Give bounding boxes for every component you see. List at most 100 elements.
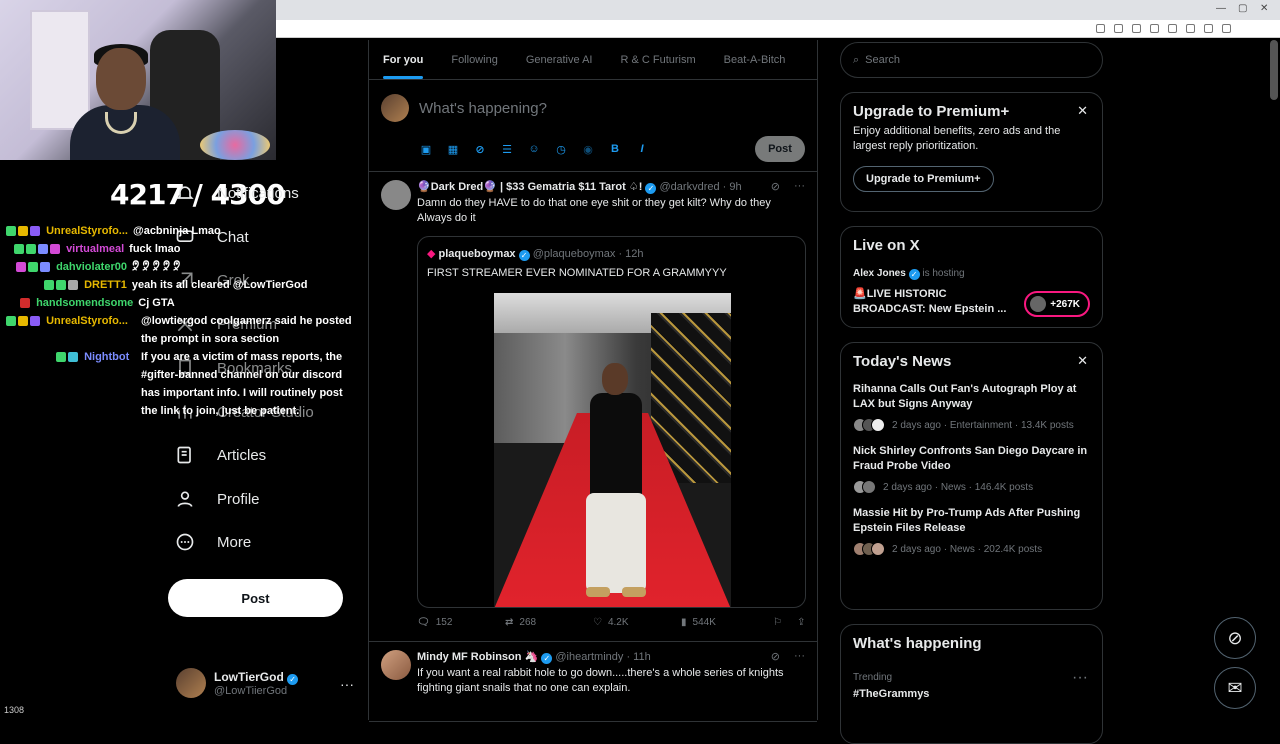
tweet[interactable]: 🔮Dark Dred🔮 | $33 Gematria $11 Tarot ♤! … xyxy=(369,172,817,642)
tweet-author[interactable]: 🔮Dark Dred🔮 | $33 Gematria $11 Tarot ♤! xyxy=(417,181,642,193)
live-card: Live on X Alex Jones ✓ is hosting 🚨LIVE … xyxy=(840,226,1103,328)
trend-label: Trending xyxy=(853,672,893,683)
tab-futurism[interactable]: R & C Futurism xyxy=(606,40,709,79)
poll-icon[interactable]: ☰ xyxy=(500,142,514,156)
account-switcher[interactable]: LowTierGod ✓ @LowTiierGod xyxy=(176,668,299,698)
composer-post-button[interactable]: Post xyxy=(755,136,805,162)
news-item[interactable]: Rihanna Calls Out Fan's Autograph Ploy a… xyxy=(853,382,1090,432)
news-faces xyxy=(853,542,885,556)
repost-button[interactable]: ⇄ 268 xyxy=(505,617,593,628)
tweet[interactable]: Mindy MF Robinson 🦄 ✓ @iheartmindy · 11h… xyxy=(369,642,817,722)
reply-button[interactable]: 🗨 152 xyxy=(417,617,505,628)
extension-icon[interactable] xyxy=(1168,24,1177,33)
italic-icon[interactable]: I xyxy=(635,142,649,156)
verified-icon: ✓ xyxy=(908,269,920,280)
heart-icon: ♡ xyxy=(593,617,602,628)
extension-icon[interactable] xyxy=(1096,24,1105,33)
news-card: Today's News ✕ Rihanna Calls Out Fan's A… xyxy=(840,342,1103,610)
tab-generative-ai[interactable]: Generative AI xyxy=(512,40,607,79)
views-button[interactable]: ▮ 544K xyxy=(681,617,773,628)
extension-icon[interactable] xyxy=(1150,24,1159,33)
grok-icon[interactable]: ⊘ xyxy=(771,180,780,193)
grok-icon[interactable]: ⊘ xyxy=(473,142,487,156)
trend-more-icon[interactable]: ··· xyxy=(1072,669,1088,687)
maximize-icon[interactable]: ▢ xyxy=(1238,3,1247,14)
extension-icon[interactable] xyxy=(1222,24,1231,33)
grok-fab-icon[interactable]: ⊘ xyxy=(1214,617,1256,659)
live-listeners-pill[interactable]: +267K xyxy=(1024,291,1090,317)
nav-label: Profile xyxy=(217,490,260,508)
bookmark-icon[interactable]: ⚐ xyxy=(773,617,797,628)
image-icon[interactable]: ▣ xyxy=(419,142,433,156)
happening-title: What's happening xyxy=(853,635,982,652)
gif-icon[interactable]: ▦ xyxy=(446,142,460,156)
avatar xyxy=(381,94,409,122)
composer: What's happening? ▣ ▦ ⊘ ☰ ☺ ◷ ◉ B I Post xyxy=(369,80,817,172)
minimize-icon[interactable]: — xyxy=(1216,3,1226,14)
views-icon: ▮ xyxy=(681,617,687,628)
trend-name[interactable]: #TheGrammys xyxy=(853,687,1090,702)
verified-icon: ✓ xyxy=(541,653,553,664)
news-meta: 2 days ago · Entertainment · 13.4K posts xyxy=(892,419,1074,431)
account-more-icon[interactable]: ··· xyxy=(340,676,354,692)
location-icon[interactable]: ◉ xyxy=(581,142,595,156)
tweet-text: If you want a real rabbit hole to go dow… xyxy=(417,667,784,694)
avatar[interactable] xyxy=(381,180,411,210)
avatar[interactable] xyxy=(381,650,411,680)
tab-following[interactable]: Following xyxy=(437,40,511,79)
news-item[interactable]: Nick Shirley Confronts San Diego Daycare… xyxy=(853,444,1090,494)
scrollbar[interactable] xyxy=(1270,40,1278,100)
news-headline: Rihanna Calls Out Fan's Autograph Ploy a… xyxy=(853,383,1077,410)
extension-icon[interactable] xyxy=(1132,24,1141,33)
extension-icon[interactable] xyxy=(1204,24,1213,33)
upgrade-premium-button[interactable]: Upgrade to Premium+ xyxy=(853,166,994,192)
news-headline: Nick Shirley Confronts San Diego Daycare… xyxy=(853,445,1088,472)
nav-more[interactable]: More xyxy=(175,532,251,552)
close-window-icon[interactable]: ✕ xyxy=(1260,3,1268,14)
quote-text: FIRST STREAMER EVER NOMINATED FOR A GRAM… xyxy=(427,267,727,279)
chat-message: dahviolater00 🤋 🤋 🤋 🤋 🤋 xyxy=(16,258,180,276)
tweet-author[interactable]: Mindy MF Robinson 🦄 xyxy=(417,651,538,663)
quote-tweet[interactable]: ◆ plaqueboymax ✓ @plaqueboymax · 12h FIR… xyxy=(417,236,806,608)
webcam-overlay xyxy=(0,0,276,160)
extension-icon[interactable] xyxy=(1114,24,1123,33)
search-input[interactable]: ⌕ Search xyxy=(840,42,1103,78)
premium-body: Enjoy additional benefits, zero ads and … xyxy=(853,125,1061,152)
quote-avatar-icon: ◆ xyxy=(427,248,436,260)
bell-icon xyxy=(176,186,194,199)
post-button[interactable]: Post xyxy=(168,579,343,617)
news-item[interactable]: Massie Hit by Pro-Trump Ads After Pushin… xyxy=(853,506,1090,556)
chat-message-text: @lowtiergod coolgamerz said he posted th… xyxy=(141,315,352,345)
grok-icon[interactable]: ⊘ xyxy=(771,650,780,663)
viewer-count: 1308 xyxy=(4,705,25,715)
verified-icon: ✓ xyxy=(287,673,299,685)
share-icon[interactable]: ⇪ xyxy=(797,617,805,628)
live-stream-title[interactable]: 🚨LIVE HISTORIC BROADCAST: New Epstein ..… xyxy=(853,287,1013,317)
nav-profile[interactable]: Profile xyxy=(175,489,260,509)
browser-toolbar xyxy=(276,20,1280,38)
news-faces xyxy=(853,418,885,432)
emoji-icon[interactable]: ☺ xyxy=(527,142,541,156)
tweet-more-icon[interactable]: ··· xyxy=(794,650,805,663)
messages-fab-icon[interactable]: ✉ xyxy=(1214,667,1256,709)
like-button[interactable]: ♡ 4.2K xyxy=(593,617,681,628)
timeline-tabs: For you Following Generative AI R & C Fu… xyxy=(369,40,817,80)
extension-icon[interactable] xyxy=(1186,24,1195,33)
tab-for-you[interactable]: For you xyxy=(369,40,437,79)
quote-photo[interactable] xyxy=(494,293,731,607)
close-icon[interactable]: ✕ xyxy=(1077,103,1088,119)
tweet-handle: @iheartmindy · 11h xyxy=(555,651,651,663)
bold-icon[interactable]: B xyxy=(608,142,622,156)
chat-message: UnrealStyrofo... xyxy=(6,312,133,330)
live-title: Live on X xyxy=(853,237,920,254)
close-icon[interactable]: ✕ xyxy=(1077,353,1088,369)
nav-articles[interactable]: Articles xyxy=(175,445,266,465)
chat-message-text: If you are a victim of mass reports, the… xyxy=(141,351,343,417)
tweet-more-icon[interactable]: ··· xyxy=(794,180,805,193)
nav-notifications[interactable]: Notifications xyxy=(175,183,299,203)
live-host[interactable]: Alex Jones ✓ is hosting xyxy=(853,266,1090,281)
schedule-icon[interactable]: ◷ xyxy=(554,142,568,156)
composer-input[interactable]: What's happening? xyxy=(419,100,547,117)
avatar xyxy=(1030,296,1047,312)
tab-list[interactable]: Beat-A-Bitch xyxy=(710,40,800,79)
